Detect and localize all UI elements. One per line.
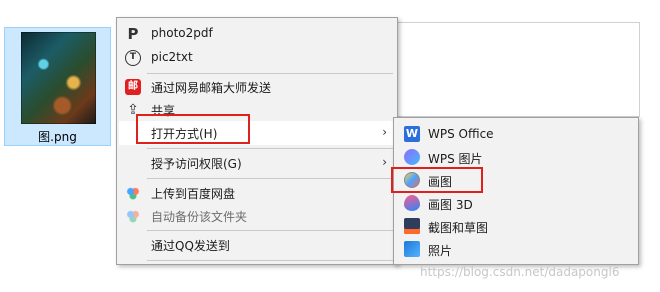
- submenu-item-label: 截图和草图: [428, 221, 489, 235]
- submenu-item-snip-sketch[interactable]: 截图和草图: [396, 215, 636, 238]
- menu-item-label: pic2txt: [151, 50, 193, 64]
- menu-item-label: photo2pdf: [151, 26, 213, 40]
- submenu-item-label: WPS 图片: [428, 152, 483, 166]
- menu-item-photo2pdf[interactable]: P photo2pdf: [119, 22, 395, 46]
- menu-item-label: 共享: [151, 104, 176, 118]
- menu-item-grant-access[interactable]: 授予访问权限(G) ›: [119, 151, 395, 175]
- submenu-item-label: 画图 3D: [428, 198, 473, 212]
- submenu-item-paint-3d[interactable]: 画图 3D: [396, 192, 636, 215]
- menu-item-share[interactable]: ⇪ 共享: [119, 98, 395, 122]
- baidu-netdisk-icon: [125, 185, 141, 201]
- menu-separator: [147, 260, 393, 261]
- baidu-netdisk-icon: [125, 208, 141, 224]
- submenu-item-paint[interactable]: 画图: [396, 169, 636, 192]
- menu-item-open-with[interactable]: 打开方式(H) ›: [119, 121, 395, 145]
- menu-item-netease-mail[interactable]: 邮 通过网易邮箱大师发送: [119, 75, 395, 99]
- menu-item-send-qq[interactable]: 通过QQ发送到: [119, 233, 395, 257]
- submenu-item-label: 照片: [428, 244, 453, 258]
- image-thumbnail: [21, 32, 96, 124]
- menu-item-pic2txt[interactable]: T pic2txt: [119, 46, 395, 70]
- submenu-item-wps-office[interactable]: W WPS Office: [396, 123, 636, 146]
- pic2txt-icon: T: [125, 50, 141, 66]
- menu-item-label: 上传到百度网盘: [151, 187, 236, 201]
- snip-sketch-icon: [404, 218, 420, 234]
- submenu-item-label: WPS Office: [428, 127, 494, 141]
- menu-item-label: 通过网易邮箱大师发送: [151, 81, 272, 95]
- photo2pdf-icon: P: [127, 25, 139, 43]
- paint-icon: [404, 172, 420, 188]
- watermark: https://blog.csdn.net/dadapongl6: [420, 265, 620, 279]
- submenu-item-photos[interactable]: 照片: [396, 238, 636, 261]
- file-tile[interactable]: 图.png: [4, 27, 111, 146]
- paint-3d-icon: [404, 195, 420, 211]
- open-with-submenu: W WPS Office WPS 图片 画图 画图 3D 截图和草图 照片: [393, 117, 639, 265]
- share-icon: ⇪: [127, 102, 139, 118]
- menu-separator: [147, 148, 393, 149]
- wps-picture-icon: [404, 149, 420, 165]
- menu-separator: [147, 73, 393, 74]
- netease-mail-icon: 邮: [125, 79, 141, 95]
- menu-separator: [147, 230, 393, 231]
- context-menu: P photo2pdf T pic2txt 邮 通过网易邮箱大师发送 ⇪ 共享 …: [116, 17, 398, 265]
- menu-item-label: 自动备份该文件夹: [151, 210, 248, 224]
- menu-item-label: 通过QQ发送到: [151, 239, 230, 253]
- menu-separator: [147, 178, 393, 179]
- photos-icon: [404, 241, 420, 257]
- wps-office-icon: W: [404, 126, 420, 142]
- menu-item-upload-baidu[interactable]: 上传到百度网盘: [119, 181, 395, 205]
- background-window: [398, 22, 640, 117]
- submenu-item-label: 画图: [428, 175, 453, 189]
- chevron-right-icon: ›: [382, 125, 387, 139]
- menu-item-auto-backup[interactable]: 自动备份该文件夹: [119, 204, 395, 228]
- file-name: 图.png: [38, 130, 77, 144]
- menu-item-label: 授予访问权限(G): [151, 157, 242, 171]
- chevron-right-icon: ›: [382, 155, 387, 169]
- menu-item-label: 打开方式(H): [151, 127, 218, 141]
- submenu-item-wps-picture[interactable]: WPS 图片: [396, 146, 636, 169]
